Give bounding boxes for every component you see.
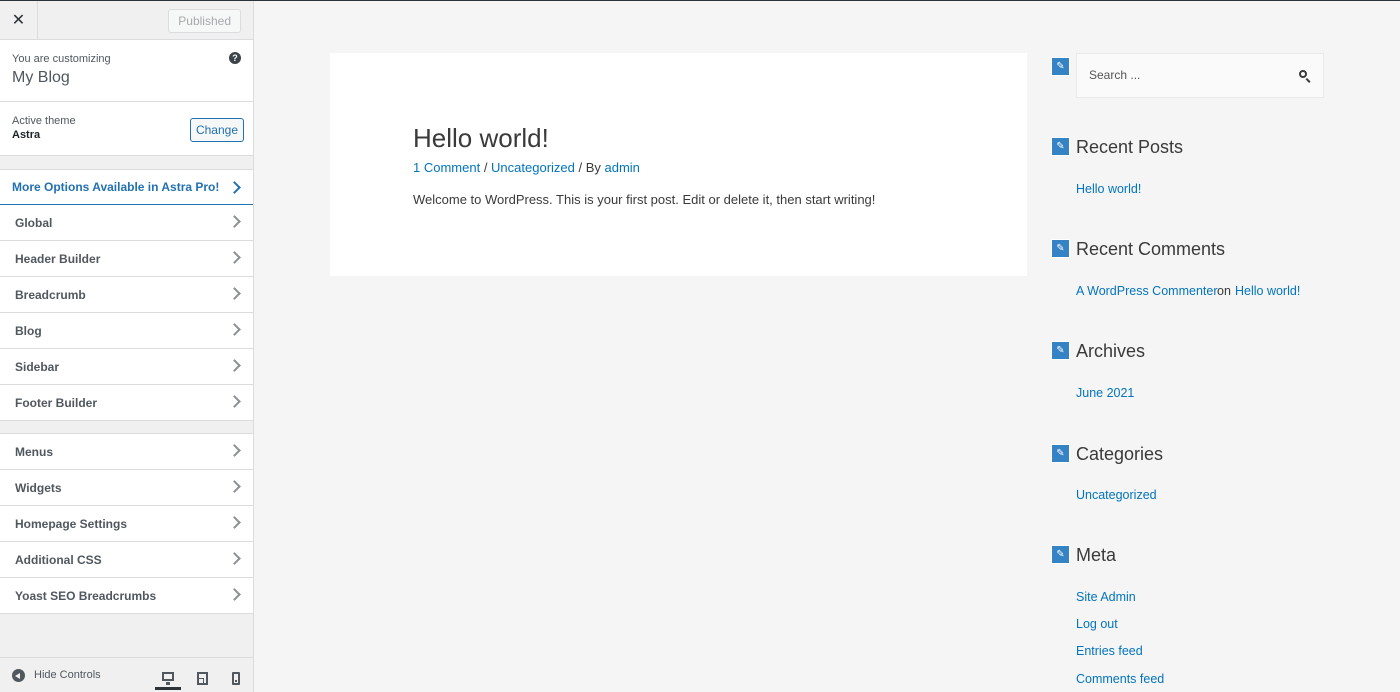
desktop-icon <box>162 672 174 685</box>
comment-on-text: on <box>1217 284 1231 298</box>
panel-label: Blog <box>15 324 42 338</box>
edit-pencil-icon[interactable]: ✎ <box>1051 341 1070 360</box>
mobile-icon <box>232 671 240 685</box>
panel-label: Yoast SEO Breadcrumbs <box>15 589 157 603</box>
post-author-link[interactable]: admin <box>605 160 640 175</box>
astra-pro-options[interactable]: More Options Available in Astra Pro! <box>0 169 253 205</box>
panel-breadcrumb[interactable]: Breadcrumb <box>0 277 253 313</box>
panel-menus[interactable]: Menus <box>0 434 253 470</box>
recent-posts-title: Recent Posts <box>1076 137 1184 157</box>
help-icon[interactable]: ? <box>229 52 241 64</box>
meta-separator: / <box>480 160 492 175</box>
panel-footer-builder[interactable]: Footer Builder <box>0 385 253 421</box>
panel-label: Header Builder <box>15 252 101 266</box>
panel-label: Menus <box>15 445 54 459</box>
edit-pencil-icon[interactable]: ✎ <box>1051 137 1070 156</box>
panel-label: Global <box>15 216 53 230</box>
edit-pencil-icon[interactable]: ✎ <box>1051 545 1070 564</box>
post-category-link[interactable]: Uncategorized <box>491 160 575 175</box>
meta-title: Meta <box>1076 545 1117 565</box>
site-title: My Blog <box>12 69 70 86</box>
panel-group-core: Menus Widgets Homepage Settings Addition… <box>0 434 253 614</box>
chevron-right-icon <box>228 215 241 228</box>
customizing-label: You are customizing <box>12 53 111 65</box>
meta-link-log-out[interactable]: Log out <box>1076 617 1118 631</box>
tablet-icon <box>196 671 208 685</box>
archive-link[interactable]: June 2021 <box>1076 386 1134 400</box>
panel-label: Widgets <box>15 481 62 495</box>
chevron-right-icon <box>228 287 241 300</box>
edit-pencil-icon[interactable]: ✎ <box>1051 239 1070 258</box>
close-icon[interactable]: ✕ <box>0 1 38 39</box>
post-article: Hello world! 1 Comment / Uncategorized /… <box>330 53 1027 276</box>
panel-yoast-breadcrumbs[interactable]: Yoast SEO Breadcrumbs <box>0 578 253 614</box>
panel-homepage-settings[interactable]: Homepage Settings <box>0 506 253 542</box>
recent-comments-title: Recent Comments <box>1076 239 1226 259</box>
chevron-right-icon <box>228 323 241 336</box>
post-title[interactable]: Hello world! <box>413 123 549 154</box>
chevron-right-icon <box>228 588 241 601</box>
site-preview: Hello world! 1 Comment / Uncategorized /… <box>254 1 1400 692</box>
chevron-right-icon <box>228 395 241 408</box>
mobile-preview-button[interactable] <box>223 666 249 690</box>
chevron-right-icon <box>228 251 241 264</box>
archives-title: Archives <box>1076 341 1146 361</box>
panel-blog[interactable]: Blog <box>0 313 253 349</box>
chevron-right-icon <box>228 359 241 372</box>
collapse-arrow-icon[interactable] <box>12 669 25 682</box>
panel-label: Sidebar <box>15 360 60 374</box>
hide-controls-button[interactable]: Hide Controls <box>34 669 101 681</box>
edit-pencil-icon[interactable]: ✎ <box>1051 57 1070 76</box>
post-meta: 1 Comment / Uncategorized / By admin <box>413 160 640 175</box>
panel-additional-css[interactable]: Additional CSS <box>0 542 253 578</box>
active-theme-section: Active theme Astra Change <box>0 102 253 156</box>
customizer-footer: Hide Controls <box>0 657 253 692</box>
edit-pencil-icon[interactable]: ✎ <box>1051 444 1070 463</box>
comment-author-link[interactable]: A WordPress Commenter <box>1076 284 1217 298</box>
meta-link-comments-feed[interactable]: Comments feed <box>1076 672 1164 686</box>
comment-post-link[interactable]: Hello world! <box>1235 284 1300 298</box>
panel-label: Additional CSS <box>15 553 102 567</box>
chevron-right-icon <box>228 181 241 194</box>
panel-sidebar[interactable]: Sidebar <box>0 349 253 385</box>
customizer-header: ✕ Published <box>0 1 253 40</box>
customizer-sidebar: ✕ Published You are customizing My Blog … <box>0 1 254 692</box>
panel-label: Footer Builder <box>15 396 98 410</box>
recent-post-link[interactable]: Hello world! <box>1076 182 1141 196</box>
post-comments-link[interactable]: 1 Comment <box>413 160 480 175</box>
search-icon[interactable] <box>1299 70 1307 78</box>
panel-label: Homepage Settings <box>15 517 128 531</box>
search-input[interactable] <box>1089 68 1279 82</box>
astra-pro-label: More Options Available in Astra Pro! <box>12 180 220 194</box>
panel-divider <box>0 421 253 434</box>
meta-link-entries-feed[interactable]: Entries feed <box>1076 644 1143 658</box>
tablet-preview-button[interactable] <box>189 666 215 690</box>
chevron-right-icon <box>228 552 241 565</box>
panel-label: Breadcrumb <box>15 288 86 302</box>
panel-header-builder[interactable]: Header Builder <box>0 241 253 277</box>
change-theme-button[interactable]: Change <box>190 118 244 142</box>
panel-group-theme: Global Header Builder Breadcrumb Blog Si… <box>0 205 253 421</box>
customizing-info: You are customizing My Blog ? <box>0 40 253 102</box>
chevron-right-icon <box>228 444 241 457</box>
chevron-right-icon <box>228 516 241 529</box>
publish-button[interactable]: Published <box>168 9 241 33</box>
meta-separator: / By <box>574 160 605 175</box>
category-link[interactable]: Uncategorized <box>1076 488 1157 502</box>
panel-global[interactable]: Global <box>0 205 253 241</box>
search-widget <box>1076 53 1324 98</box>
panel-widgets[interactable]: Widgets <box>0 470 253 506</box>
post-content: Welcome to WordPress. This is your first… <box>413 192 876 207</box>
meta-link-site-admin[interactable]: Site Admin <box>1076 590 1136 604</box>
chevron-right-icon <box>228 480 241 493</box>
desktop-preview-button[interactable] <box>155 666 181 690</box>
categories-title: Categories <box>1076 444 1164 464</box>
